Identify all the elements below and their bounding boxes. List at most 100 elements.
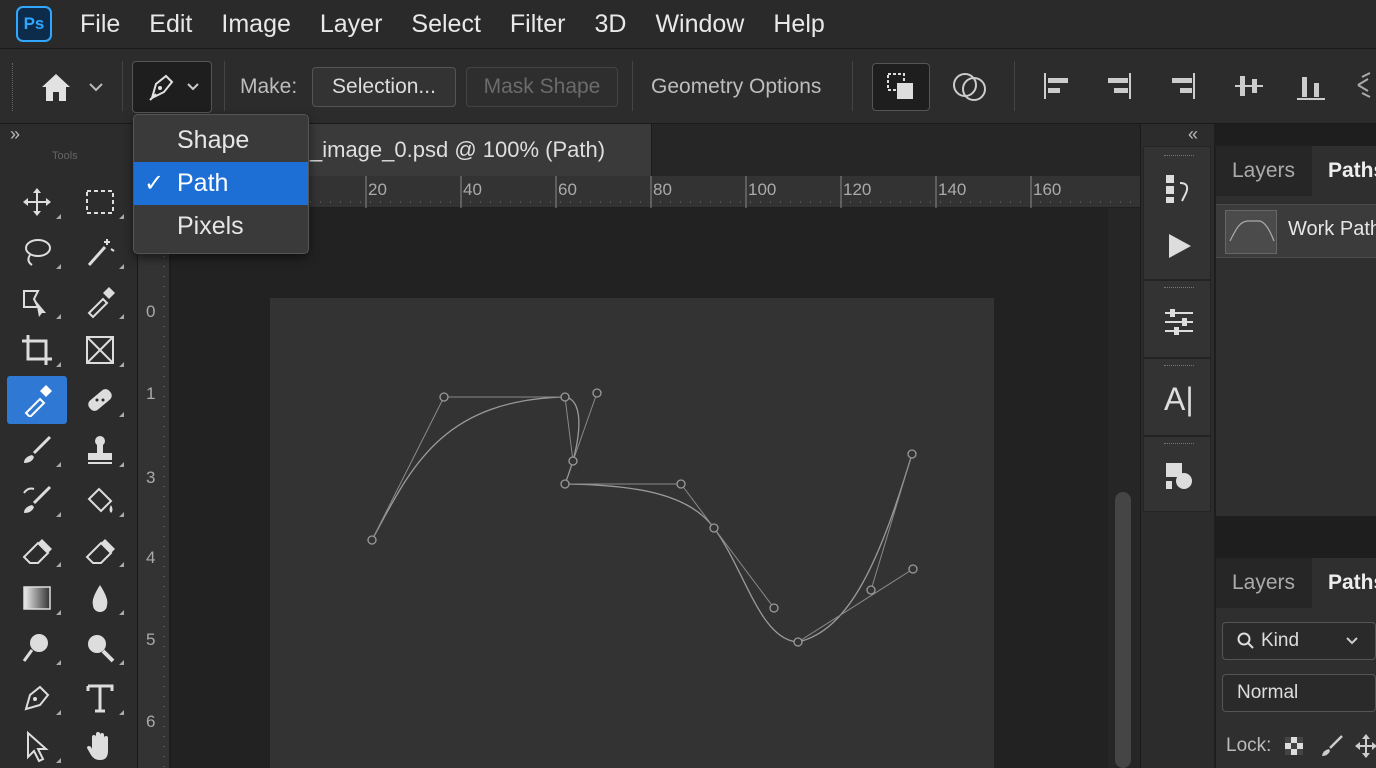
background-eraser-icon [85,539,115,564]
menu-select[interactable]: Select [411,10,480,39]
menu-3d[interactable]: 3D [594,10,626,39]
ruler-label: 40 [463,180,482,199]
document-title: _image_0.psd @ 100% (Path) [310,137,606,162]
tab-paths[interactable]: Paths [1312,558,1376,608]
align-center-icon[interactable] [1102,69,1136,103]
background-eraser-tool[interactable] [80,530,120,570]
make-label: Make: [240,75,298,98]
menu-file[interactable]: File [80,10,120,39]
document-tab[interactable]: _image_0.psd @ 100% (Path) [296,124,652,176]
kind-filter-select[interactable]: Kind [1222,622,1376,660]
crop-tool[interactable] [17,330,57,370]
home-button[interactable] [38,69,110,105]
combine-shapes-icon [887,73,913,99]
ruler-label: 160 [1033,180,1062,199]
shapes-panel-icon[interactable] [1162,459,1196,493]
rectangular-marquee-icon [86,190,114,214]
align-bottom-icon[interactable] [1294,69,1328,103]
brush-tool[interactable] [17,430,57,470]
gradient-icon [23,586,51,610]
menu-window[interactable]: Window [655,10,744,39]
zoom-tool[interactable] [80,628,120,668]
tab-layers[interactable]: Layers [1216,146,1312,196]
object-selection-tool[interactable] [17,282,57,322]
align-left-icon[interactable] [1040,69,1074,103]
path-operations-button[interactable] [872,63,930,111]
options-grip [12,63,16,111]
tool-mode-path[interactable]: ✓ Path [134,162,308,205]
actions-play-icon[interactable] [1164,231,1194,261]
menu-help[interactable]: Help [773,10,824,39]
frame-tool[interactable] [80,330,120,370]
kind-label: Kind [1261,630,1300,651]
blend-mode-select[interactable]: Normal [1222,674,1376,712]
eyedropper-tool[interactable] [80,282,120,322]
ruler-label: 100 [748,180,777,199]
search-icon [1237,632,1254,649]
tab-paths[interactable]: Paths [1312,146,1376,196]
menu-edit[interactable]: Edit [149,10,192,39]
vertical-scrollbar-thumb[interactable] [1115,492,1131,768]
align-vertical-center-icon[interactable] [1232,69,1266,103]
magic-wand-tool[interactable] [80,232,120,272]
work-path-thumbnail [1225,210,1277,254]
ruler-label: 5 [146,630,156,649]
tool-mode-shape[interactable]: Shape [134,119,308,162]
align-right-icon[interactable] [1166,69,1200,103]
healing-brush-tool[interactable] [80,380,120,420]
history-panel-icon[interactable] [1162,171,1194,205]
hand-tool[interactable] [80,726,120,766]
eraser-icon [22,539,52,564]
object-selection-icon [23,290,46,317]
path-arrangement-button[interactable] [950,69,990,105]
chevron-down-icon [89,83,103,92]
blend-mode-value: Normal [1237,682,1299,703]
tool-preset-picker[interactable] [132,61,212,113]
gradient-tool[interactable] [17,578,57,618]
geometry-options-button[interactable]: Geometry Options [651,75,821,99]
tab-layers[interactable]: Layers [1216,558,1312,608]
path-selection-tool[interactable] [17,726,57,766]
document-canvas[interactable] [270,298,994,768]
frame-icon [86,336,114,364]
move-tool[interactable] [17,182,57,222]
adjustments-panel-icon[interactable] [1162,305,1196,339]
lock-pixels-brush-icon[interactable] [1320,734,1344,758]
tools-collapse-button[interactable]: » [10,124,20,145]
more-options-icon[interactable] [1354,71,1376,101]
history-brush-tool[interactable] [17,480,57,520]
color-sampler-tool[interactable] [7,376,67,424]
paint-bucket-icon [87,487,113,513]
eraser-tool[interactable] [17,530,57,570]
ruler-label: 140 [938,180,967,199]
tool-mode-pixels[interactable]: Pixels [134,205,308,248]
blur-tool[interactable] [80,578,120,618]
clone-stamp-tool[interactable] [80,430,120,470]
eyedropper-icon [87,287,115,319]
dodge-tool[interactable] [17,628,57,668]
make-mask-button[interactable]: Mask Shape [466,67,618,107]
paint-bucket-tool[interactable] [80,480,120,520]
lasso-icon [25,239,51,266]
lasso-tool[interactable] [17,232,57,272]
type-tool[interactable] [80,678,120,718]
menu-filter[interactable]: Filter [510,10,566,39]
horizontal-ruler: 20 40 60 80 100 120 140 160 [170,176,1140,208]
type-t-icon [86,684,114,713]
panels-collapse-button[interactable]: « [1188,124,1198,145]
paths-panel-top: Layers Paths [1216,146,1376,516]
character-panel-icon[interactable]: A| [1164,381,1194,418]
pen-tool-icon [149,74,174,101]
move-icon [23,188,51,216]
marquee-tool[interactable] [80,182,120,222]
pen-icon [24,685,50,711]
panel-icons-column: A| [1143,146,1211,512]
lock-transparent-icon[interactable] [1284,736,1304,756]
bandage-icon [88,389,112,411]
water-drop-icon [92,585,108,612]
pen-tool[interactable] [17,678,57,718]
menu-layer[interactable]: Layer [320,10,383,39]
menu-image[interactable]: Image [221,10,290,39]
make-selection-button[interactable]: Selection... [312,67,456,107]
lock-position-move-icon[interactable] [1354,733,1376,759]
